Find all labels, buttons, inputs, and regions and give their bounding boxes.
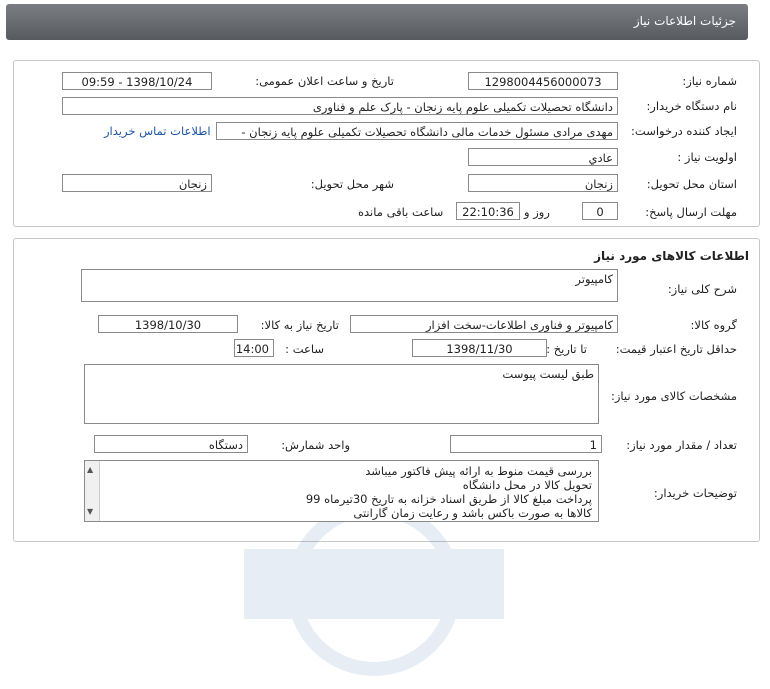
priority-field[interactable]: عادي — [468, 148, 618, 166]
province-label: استان محل تحویل: — [646, 177, 737, 191]
need-info-panel: شماره نیاز: 1298004456000073 تاریخ و ساع… — [13, 60, 760, 227]
until-date-field[interactable]: 1398/11/30 — [412, 339, 547, 357]
validity-label: حداقل تاریخ اعتبار قیمت: — [615, 342, 737, 356]
goods-panel-title: اطلاعات کالاهای مورد نیاز — [594, 249, 749, 263]
page-title: جزئیات اطلاعات نیاز — [633, 14, 736, 28]
page-header: جزئیات اطلاعات نیاز — [6, 4, 748, 40]
hour-label: ساعت : — [285, 342, 324, 356]
summary-label: شرح کلی نیاز: — [667, 282, 737, 296]
creator-label: ایجاد کننده درخواست: — [631, 124, 737, 138]
need-number-field[interactable]: 1298004456000073 — [468, 72, 618, 90]
notes-line: کالاها به صورت باکس باشد و رعایت زمان گا… — [353, 506, 592, 520]
remaining-text: ساعت باقی مانده — [358, 205, 444, 219]
unit-label: واحد شمارش: — [281, 438, 350, 452]
goods-info-panel: اطلاعات کالاهای مورد نیاز شرح کلی نیاز: … — [13, 238, 760, 676]
specs-label: مشخصات کالای مورد نیاز: — [610, 389, 737, 403]
specs-field[interactable]: طبق لیست پیوست — [84, 364, 599, 424]
notes-field[interactable]: بررسی قیمت منوط به ارائه پیش فاکتور میبا… — [84, 460, 599, 522]
creator-field[interactable]: مهدی مرادی مسئول خدمات مالی دانشگاه تحصی… — [216, 122, 618, 140]
notes-label: توضیحات خریدار: — [653, 486, 737, 500]
scroll-up-icon[interactable]: ▲ — [87, 463, 93, 477]
notes-line: پرداخت مبلغ کالا از طریق اسناد خزانه به … — [305, 492, 592, 506]
city-field[interactable]: زنجان — [62, 174, 212, 192]
hour-field[interactable]: 14:00 — [234, 339, 274, 357]
unit-field[interactable]: دستگاه — [94, 435, 248, 453]
until-date-label: تا تاریخ : — [546, 342, 587, 356]
notes-line: بررسی قیمت منوط به ارائه پیش فاکتور میبا… — [365, 464, 592, 478]
province-field[interactable]: زنجان — [468, 174, 618, 192]
need-date-label: تاریخ نیاز به کالا: — [260, 318, 339, 332]
scroll-down-icon[interactable]: ▼ — [87, 505, 93, 519]
summary-field[interactable]: کامپیوتر — [81, 269, 618, 302]
city-label: شهر محل تحویل: — [310, 177, 394, 191]
qty-field[interactable]: 1 — [450, 435, 602, 453]
buyer-field[interactable]: دانشگاه تحصیلات تکمیلی علوم پایه زنجان -… — [62, 97, 618, 115]
notes-scrollbar[interactable]: ▲ ▼ — [85, 461, 100, 521]
notes-line: تحویل کالا در محل دانشگاه — [462, 478, 592, 492]
need-date-field[interactable]: 1398/10/30 — [98, 315, 238, 333]
contact-info-link[interactable]: اطلاعات تماس خریدار — [104, 124, 211, 138]
announce-label: تاریخ و ساعت اعلان عمومی: — [255, 74, 394, 88]
qty-label: تعداد / مقدار مورد نیاز: — [626, 438, 737, 452]
deadline-label: مهلت ارسال پاسخ: — [645, 205, 737, 219]
time-field[interactable]: 22:10:36 — [456, 202, 520, 220]
announce-field[interactable]: 1398/10/24 - 09:59 — [62, 72, 212, 90]
days-text: روز و — [524, 205, 550, 219]
group-field[interactable]: کامپیوتر و فناوری اطلاعات-سخت افزار — [350, 315, 618, 333]
priority-label: اولویت نیاز : — [677, 150, 737, 164]
days-field[interactable]: 0 — [582, 202, 618, 220]
group-label: گروه کالا: — [690, 318, 737, 332]
need-number-label: شماره نیاز: — [682, 74, 737, 88]
buyer-label: نام دستگاه خریدار: — [646, 99, 737, 113]
